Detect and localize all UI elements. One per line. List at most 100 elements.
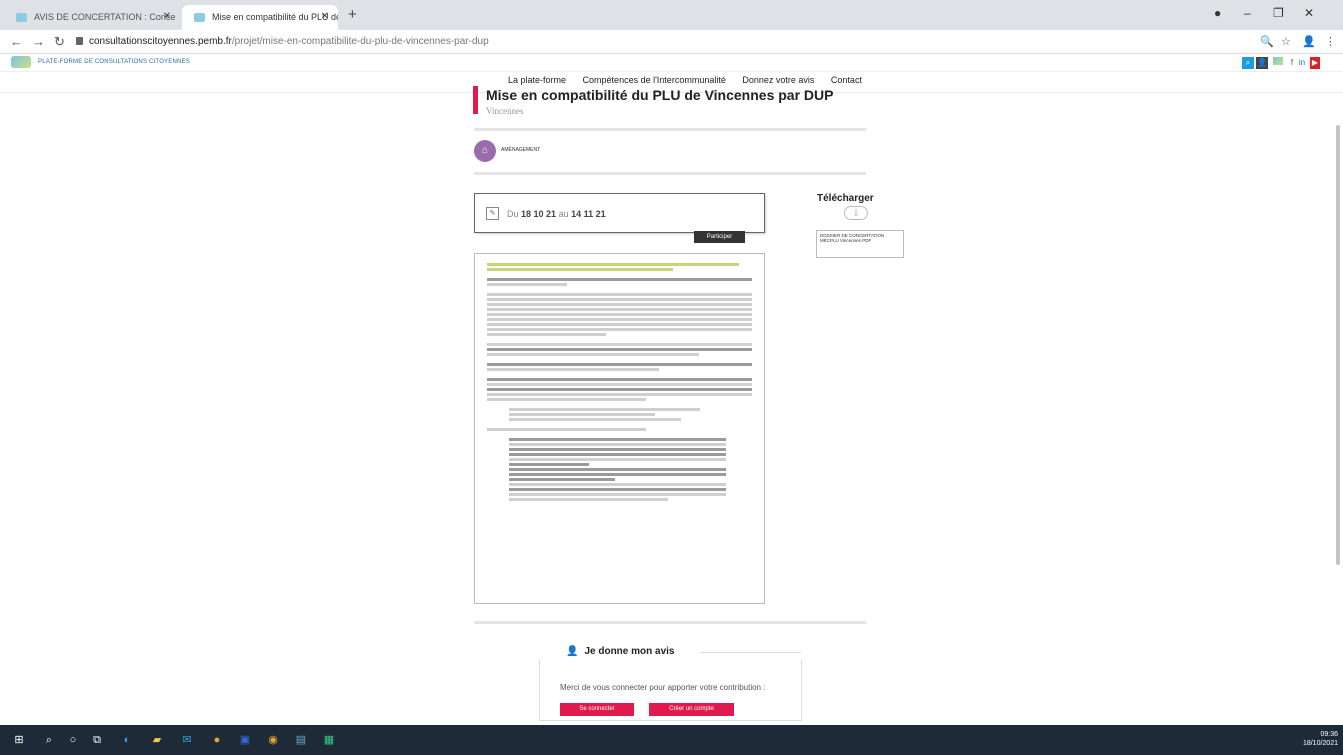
doc-text-line [487,363,752,366]
tab-label: Mise en compatibilité du PLU de [212,12,338,22]
doc-bullet-line [509,418,682,421]
site-favicon-icon [194,13,205,22]
login-button[interactable]: Se connecter [560,703,634,716]
doc-bullet-line [509,458,727,461]
document-preview [474,253,765,604]
download-file-link[interactable]: DOSSIER DE CONCERTATION MECPLU Vincennes… [816,230,904,258]
doc-text-line [487,398,646,401]
doc-text-line [487,323,752,326]
youtube-icon[interactable]: ▶ [1310,57,1320,69]
nav-item-plateforme[interactable]: La plate-forme [508,75,566,85]
user-outline-icon: 👤 [566,646,579,657]
app-icon[interactable]: ▣ [238,733,252,747]
site-badge-icon[interactable] [1272,57,1284,69]
doc-bullet-line [509,413,655,416]
close-icon[interactable]: ✕ [163,11,171,22]
avis-heading: 👤 Je donne mon avis [558,646,683,657]
nav-item-competences[interactable]: Compétences de l'Intercommunalité [583,75,726,85]
download-title: Télécharger [817,193,874,204]
tab-label: AVIS DE CONCERTATION : Conce [34,12,176,22]
task-view-icon[interactable]: ⧉ [90,733,104,747]
doc-text-line [487,318,752,321]
chrome-icon[interactable]: ◉ [266,733,280,747]
doc-text-line [487,333,607,336]
nav-item-contact[interactable]: Contact [831,75,862,85]
profile-circle-icon[interactable]: ● [1214,6,1221,20]
participate-button[interactable]: Participer [694,231,745,243]
section-divider [474,172,866,175]
doc-bullet-line [509,463,589,466]
edge-icon[interactable]: ◐ [120,733,134,747]
file-explorer-icon[interactable]: ▰ [150,733,164,747]
doc-bullet-line [509,438,727,441]
site-name[interactable]: PLATE-FORME DE CONSULTATIONS CITOYENNES [38,59,190,65]
minimize-icon[interactable]: – [1244,6,1251,20]
avis-title: Je donne mon avis [584,646,675,657]
account-icon[interactable]: 👤 [1302,35,1316,48]
app-icon[interactable]: ▤ [294,733,308,747]
doc-bullet-line [509,443,727,446]
doc-text-line [487,308,752,311]
taskbar-clock[interactable]: 09:36 18/10/2021 [1292,730,1338,748]
maximize-icon[interactable]: ❐ [1273,6,1284,20]
page-title: Mise en compatibilité du PLU de Vincenne… [486,87,834,103]
page-scrollbar[interactable] [1336,125,1340,565]
doc-text-line [487,368,660,371]
site-top-bar: PLATE-FORME DE CONSULTATIONS CITOYENNES … [0,54,1343,72]
doc-text-line [487,353,699,356]
clock-date: 18/10/2021 [1302,740,1338,747]
back-arrow-icon[interactable]: ← [10,34,23,49]
facebook-icon[interactable]: f [1288,57,1296,69]
doc-bullet-line [509,473,727,476]
menu-dots-icon[interactable]: ⋮ [1325,35,1336,48]
date-prefix: Du [507,209,519,219]
doc-text-line [487,298,752,301]
doc-text-line [487,303,752,306]
search-icon[interactable]: ⌕ [42,733,56,747]
url-field[interactable]: consultationscitoyennes.pemb.fr/projet/m… [76,36,489,47]
close-icon[interactable]: ✕ [321,11,329,22]
tab-mise-en-compatibilite[interactable]: Mise en compatibilité du PLU de ✕ [182,5,338,30]
doc-text-line [487,283,567,286]
category-label: AMÉNAGEMENT [501,147,541,153]
calendar-icon: ✎ [486,207,499,220]
windows-taskbar: ⊞ ⌕ ○ ⧉ ◐ ▰ ✉ ● ▣ ◉ ▤ ▦ [0,725,1343,755]
new-tab-plus-icon[interactable]: + [348,6,357,23]
close-window-icon[interactable]: ✕ [1304,6,1314,20]
doc-bullet-line [509,478,615,481]
tab-avis-concertation[interactable]: AVIS DE CONCERTATION : Conce ✕ [4,5,180,30]
doc-text-line [487,293,752,296]
doc-text-line [487,313,752,316]
doc-heading-line [487,268,673,271]
doc-text-line [487,383,752,386]
linkedin-icon[interactable]: in [1298,57,1306,69]
user-icon[interactable]: 👤 [1256,57,1268,69]
zoom-icon[interactable]: 🔍 [1260,35,1274,48]
clock-time: 09:36 [1320,731,1338,738]
doc-bullet-line [509,498,668,501]
project-city: Vincennes [486,106,524,116]
star-icon[interactable]: ☆ [1281,35,1291,48]
search-icon[interactable]: ⌕ [1242,57,1254,69]
site-logo[interactable] [11,56,31,68]
title-accent-bar [473,86,478,114]
cortana-icon[interactable]: ○ [66,733,80,747]
doc-text-line [487,388,752,391]
doc-bullet-line [509,493,727,496]
reload-icon[interactable]: ↻ [54,34,65,50]
mail-icon[interactable]: ✉ [180,733,194,747]
doc-heading-line [487,263,739,266]
forward-arrow-icon[interactable]: → [32,34,45,49]
url-host: consultationscitoyennes.pemb.fr [89,36,232,47]
doc-text-line [487,393,752,396]
nav-item-donnez-avis[interactable]: Donnez votre avis [742,75,814,85]
date-range: Du 18 10 21 au 14 11 21 [507,209,606,219]
lock-icon [76,37,83,45]
firefox-icon[interactable]: ● [210,733,224,747]
doc-bullet-line [509,408,700,411]
app-icon[interactable]: ▦ [322,733,336,747]
doc-bullet-line [509,448,727,451]
cloud-download-icon[interactable]: ⇩ [844,206,868,220]
create-account-button[interactable]: Créer un compte [649,703,734,716]
windows-start-icon[interactable]: ⊞ [12,733,26,747]
